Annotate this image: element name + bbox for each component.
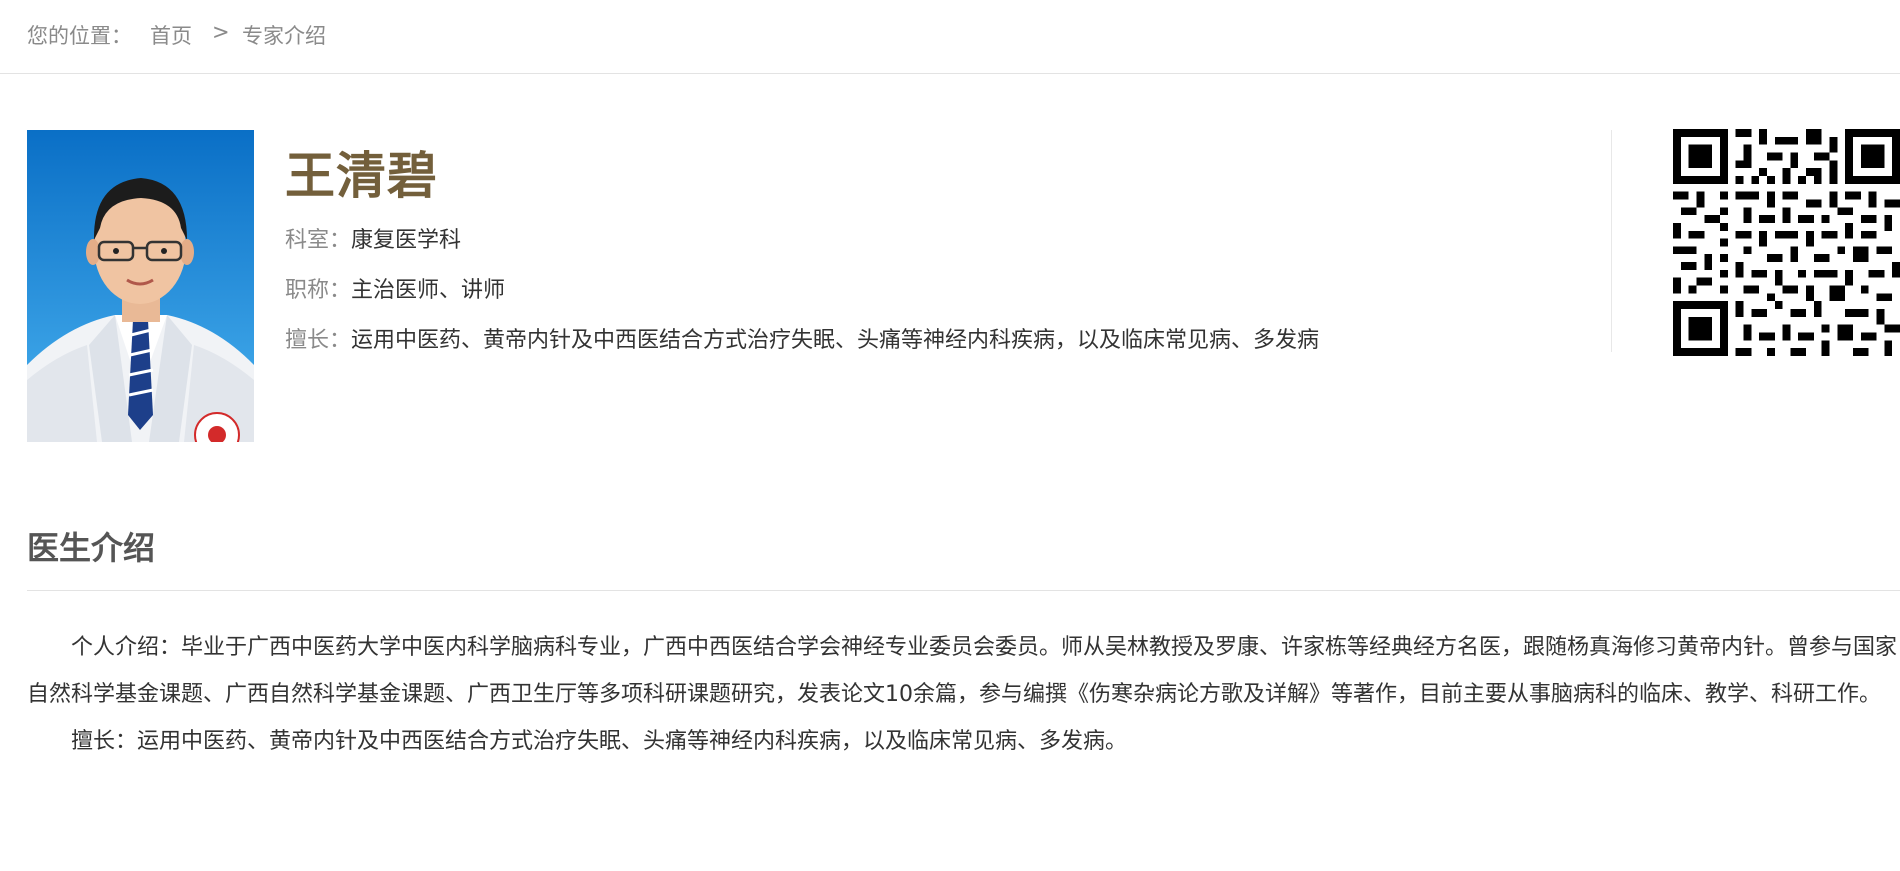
specialty-label: 擅长：	[285, 328, 352, 353]
specialty-value: 运用中医药、黄帝内针及中西医结合方式治疗失眠、头痛等神经内科疾病，以及临床常见病…	[351, 328, 1320, 353]
doctor-intro-body: 个人介绍：毕业于广西中医药大学中医内科学脑病科专业，广西中西医结合学会神经专业委…	[27, 624, 1900, 765]
intro-paragraph-specialty: 擅长：运用中医药、黄帝内针及中西医结合方式治疗失眠、头痛等神经内科疾病，以及临床…	[71, 729, 1128, 754]
breadcrumb-home-link[interactable]: 首页	[150, 20, 192, 50]
doctor-name: 王清碧	[285, 147, 438, 205]
intro-paragraph: 个人介绍：毕业于广西中医药大学中医内科学脑病科专业，广西中西医结合学会神经专业委…	[27, 635, 1898, 707]
title-value: 主治医师、讲师	[351, 278, 506, 303]
vertical-divider	[1611, 130, 1612, 352]
breadcrumb-current-link[interactable]: 专家介绍	[242, 20, 326, 50]
doctor-photo	[27, 130, 254, 442]
specialty-row: 擅长：运用中医药、黄帝内针及中西医结合方式治疗失眠、头痛等神经内科疾病，以及临床…	[285, 322, 1319, 354]
title-row: 职称：主治医师、讲师	[285, 272, 505, 304]
department-value: 康复医学科	[351, 228, 462, 253]
title-label: 职称：	[285, 278, 352, 303]
department-row: 科室：康复医学科	[285, 222, 461, 254]
qr-code-icon	[1673, 128, 1900, 357]
department-label: 科室：	[285, 228, 352, 253]
breadcrumb-separator: >	[212, 20, 230, 44]
breadcrumb: 您的位置： 首页 > 专家介绍	[0, 0, 1900, 74]
section-title-doctor-intro: 医生介绍	[27, 529, 156, 567]
breadcrumb-prefix: 您的位置：	[27, 24, 132, 48]
section-divider	[27, 590, 1900, 591]
